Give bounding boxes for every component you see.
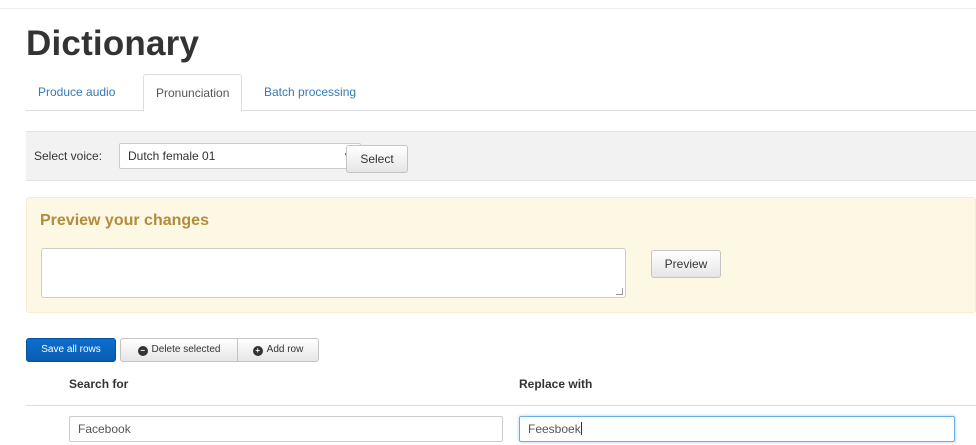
column-header-replace-with: Replace with bbox=[519, 377, 593, 391]
replace-with-value: Feesboek bbox=[528, 422, 581, 436]
voice-dropdown-value: Dutch female 01 bbox=[128, 149, 216, 163]
minus-circle-icon: − bbox=[137, 346, 148, 356]
tab-produce-audio[interactable]: Produce audio bbox=[26, 74, 127, 111]
add-row-button[interactable]: + Add row bbox=[237, 338, 319, 362]
preview-panel: Preview your changes Preview bbox=[26, 197, 976, 313]
resize-handle-icon[interactable] bbox=[616, 288, 623, 295]
preview-button[interactable]: Preview bbox=[651, 250, 721, 278]
tab-pronunciation[interactable]: Pronunciation bbox=[143, 74, 243, 112]
text-cursor bbox=[580, 422, 582, 435]
preview-textarea[interactable] bbox=[41, 248, 626, 298]
add-row-label: Add row bbox=[266, 344, 304, 355]
tab-batch-processing[interactable]: Batch processing bbox=[252, 74, 368, 111]
replace-with-input[interactable]: Feesboek bbox=[519, 416, 955, 442]
page-title: Dictionary bbox=[26, 24, 200, 63]
preview-title: Preview your changes bbox=[40, 212, 209, 229]
select-voice-button[interactable]: Select bbox=[346, 145, 408, 173]
table-header-divider bbox=[26, 405, 976, 406]
save-all-rows-button[interactable]: Save all rows bbox=[26, 338, 116, 362]
search-for-value: Facebook bbox=[78, 422, 131, 436]
select-voice-label: Select voice: bbox=[34, 149, 103, 163]
voice-selection-bar: Select voice: Dutch female 01 ▼ Select bbox=[26, 131, 976, 181]
search-for-input[interactable]: Facebook bbox=[69, 416, 503, 442]
column-header-search-for: Search for bbox=[69, 377, 129, 391]
tab-bar: Produce audio Pronunciation Batch proces… bbox=[26, 74, 976, 112]
plus-circle-icon: + bbox=[252, 346, 263, 356]
delete-selected-button[interactable]: − Delete selected bbox=[120, 338, 238, 362]
top-divider bbox=[0, 8, 976, 9]
voice-dropdown[interactable]: Dutch female 01 ▼ bbox=[119, 143, 361, 169]
delete-selected-label: Delete selected bbox=[151, 344, 221, 355]
